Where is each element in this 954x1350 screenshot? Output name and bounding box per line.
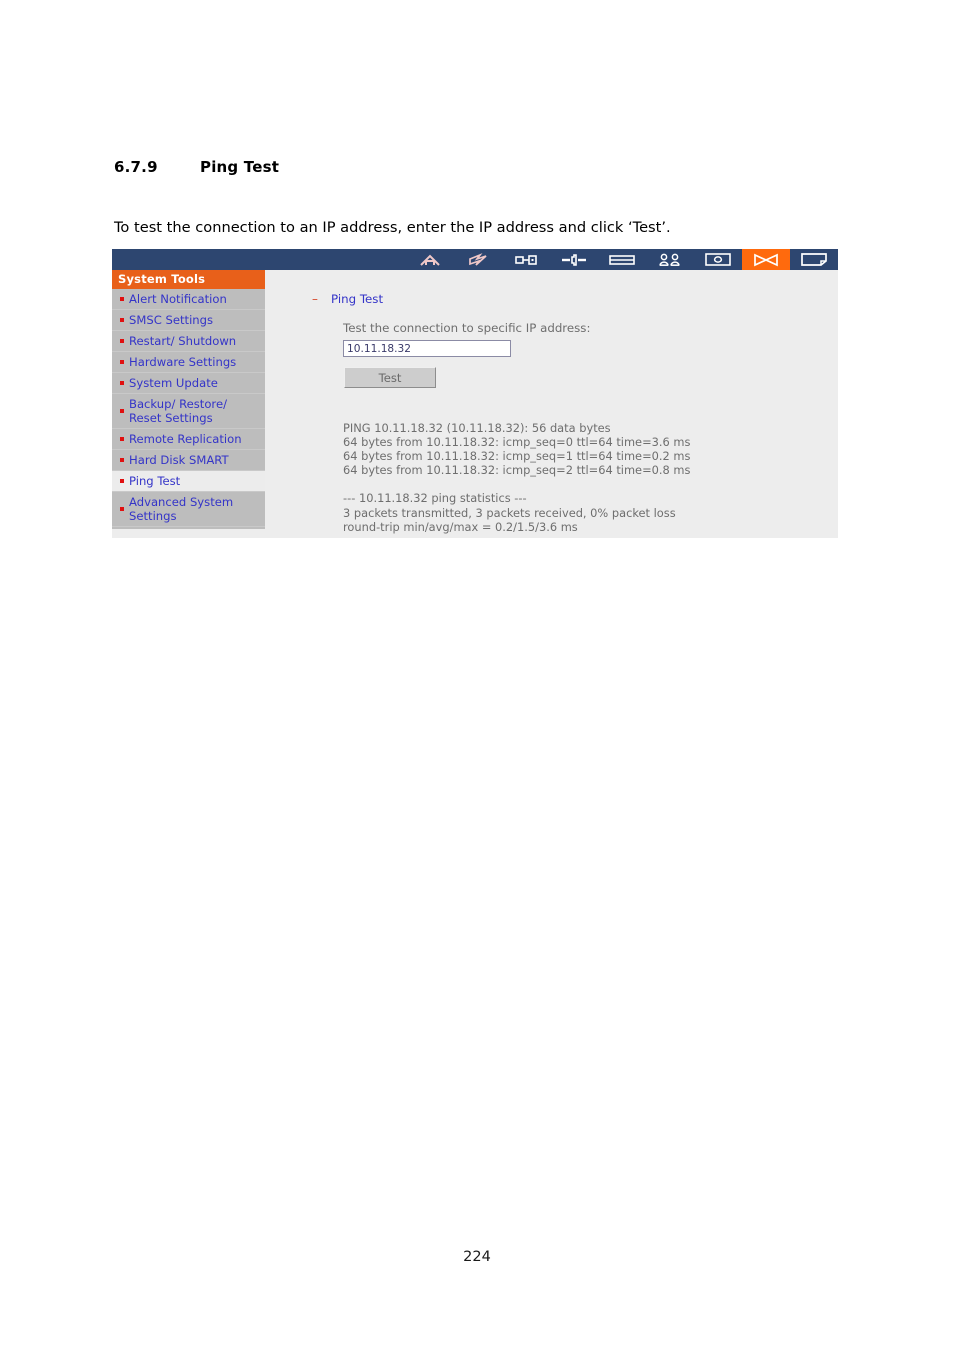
section-title: Ping Test [200,158,280,176]
page-number: 224 [463,1249,491,1265]
sidebar-item-hardware-settings[interactable]: Hardware Settings [112,352,265,373]
bullet-icon [120,360,124,364]
camera-icon[interactable] [694,249,742,270]
sidebar-title: System Tools [112,270,265,289]
section-number: 6.7.9 [114,158,158,176]
home-icon[interactable] [406,249,454,270]
document-icon[interactable] [790,249,838,270]
ip-field-label: Test the connection to specific IP addre… [343,321,591,335]
bullet-icon [120,297,124,301]
app-toolbar [112,249,838,270]
storage-bar-icon[interactable] [598,249,646,270]
sidebar-item-label: Remote Replication [129,432,242,446]
sidebar-item-label: Advanced System Settings [129,495,234,523]
ping-output: PING 10.11.18.32 (10.11.18.32): 56 data … [343,421,691,534]
sidebar-item-label: Alert Notification [129,292,227,306]
sidebar-item-backup-restore-reset-settings[interactable]: Backup/ Restore/ Reset Settings [112,394,265,429]
sidebar-item-label: SMSC Settings [129,313,214,327]
connector-icon[interactable] [550,249,598,270]
section-heading: 6.7.9 Ping Test [114,158,279,176]
lightning-icon[interactable] [454,249,502,270]
sidebar-item-smsc-settings[interactable]: SMSC Settings [112,310,265,331]
sidebar-item-system-update[interactable]: System Update [112,373,265,394]
sidebar-item-label: System Update [129,376,218,390]
sidebar-item-alert-notification[interactable]: Alert Notification [112,289,265,310]
sidebar-item-label: Hard Disk SMART [129,453,229,467]
ip-address-input[interactable] [343,340,511,357]
bullet-icon [120,507,124,511]
sidebar-item-remote-replication[interactable]: Remote Replication [112,429,265,450]
collapse-icon[interactable]: – [312,292,318,306]
users-icon[interactable] [646,249,694,270]
manual-page: 6.7.9 Ping Test To test the connection to… [0,0,954,1350]
bullet-icon [120,437,124,441]
sidebar: System Tools Alert Notification SMSC Set… [112,270,265,529]
network-device-icon[interactable] [502,249,550,270]
sidebar-item-hard-disk-smart[interactable]: Hard Disk SMART [112,450,265,471]
bullet-icon [120,458,124,462]
sidebar-item-advanced-system-settings[interactable]: Advanced System Settings [112,492,265,527]
test-button[interactable]: Test [344,367,436,388]
sidebar-item-ping-test[interactable]: Ping Test [112,471,265,492]
content-heading-label: Ping Test [331,292,384,306]
content-heading: – Ping Test [312,292,384,306]
content-pane: – Ping Test Test the connection to speci… [265,270,838,538]
instruction-paragraph: To test the connection to an IP address,… [114,219,671,236]
bullet-icon [120,339,124,343]
sidebar-item-label: Restart/ Shutdown [129,334,237,348]
application-screenshot: System Tools Alert Notification SMSC Set… [112,249,838,538]
sidebar-item-label: Ping Test [129,474,181,488]
bowtie-tools-icon[interactable] [742,249,790,270]
bullet-icon [120,381,124,385]
sidebar-item-label: Backup/ Restore/ Reset Settings [129,397,227,425]
sidebar-item-label: Hardware Settings [129,355,237,369]
bullet-icon [120,479,124,483]
sidebar-item-restart-shutdown[interactable]: Restart/ Shutdown [112,331,265,352]
bullet-icon [120,409,124,413]
bullet-icon [120,318,124,322]
